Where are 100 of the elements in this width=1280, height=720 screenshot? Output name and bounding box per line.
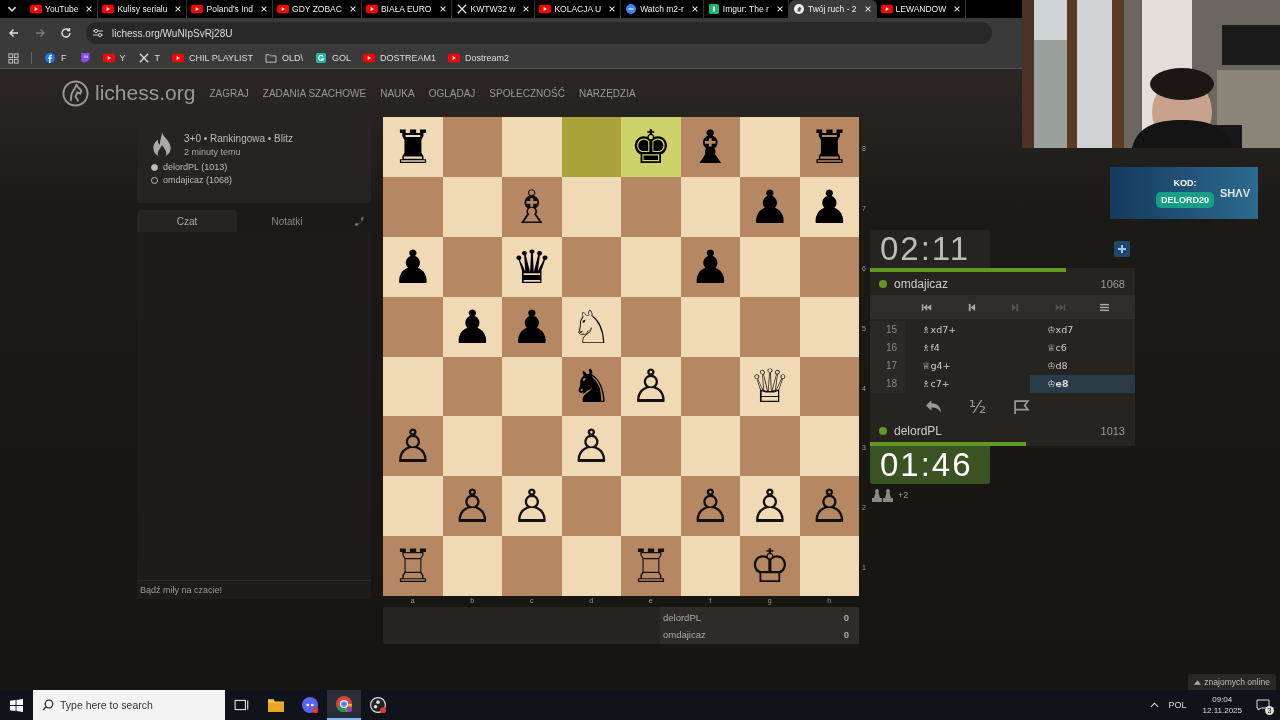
task-view-icon[interactable] bbox=[234, 697, 250, 713]
board-square[interactable]: ♛ bbox=[502, 236, 562, 297]
board-square[interactable] bbox=[502, 356, 562, 417]
close-icon[interactable] bbox=[775, 5, 784, 13]
bookmark[interactable]: Dostream2 bbox=[448, 53, 510, 63]
move[interactable]: ♔d8 bbox=[1030, 357, 1135, 375]
bookmark[interactable]: GOL bbox=[315, 53, 352, 63]
chess-piece[interactable]: ♝ bbox=[689, 123, 731, 170]
bookmark[interactable]: Y bbox=[102, 53, 126, 63]
board-square[interactable]: ♔ bbox=[740, 536, 800, 596]
chess-piece[interactable]: ♙ bbox=[630, 363, 672, 410]
browser-tab[interactable]: Twój ruch - 2 bbox=[788, 0, 877, 18]
board-square[interactable] bbox=[799, 236, 859, 297]
board-square[interactable]: ♜ bbox=[799, 117, 859, 177]
board-square[interactable]: ♙ bbox=[740, 476, 800, 537]
board-square[interactable] bbox=[561, 236, 621, 297]
board-square[interactable]: ♙ bbox=[502, 476, 562, 537]
site-logo[interactable]: lichess.org bbox=[62, 79, 196, 107]
board-square[interactable] bbox=[680, 356, 740, 417]
board-square[interactable] bbox=[561, 176, 621, 237]
nav-link[interactable]: ZAGRAJ bbox=[209, 87, 249, 99]
phone-icon[interactable] bbox=[354, 215, 365, 227]
board-square[interactable]: ♙ bbox=[561, 416, 621, 477]
chess-piece[interactable]: ♟ bbox=[749, 183, 791, 230]
chess-piece[interactable]: ♙ bbox=[808, 483, 850, 530]
chess-piece[interactable]: ♟ bbox=[451, 303, 493, 350]
board-square[interactable]: ♟ bbox=[383, 236, 443, 297]
board-square[interactable]: ♙ bbox=[383, 416, 443, 477]
nav-link[interactable]: NAUKA bbox=[380, 87, 415, 99]
chess-piece[interactable]: ♜ bbox=[392, 123, 434, 170]
chess-piece[interactable]: ♚ bbox=[630, 123, 672, 170]
close-icon[interactable] bbox=[260, 5, 268, 13]
bookmark[interactable]: T bbox=[137, 53, 160, 63]
move[interactable]: ♗xd7+ bbox=[905, 321, 1030, 339]
board-square[interactable]: ♖ bbox=[621, 536, 681, 596]
apps-grid-icon[interactable] bbox=[8, 52, 19, 64]
move[interactable]: ♕c6 bbox=[1030, 339, 1135, 357]
close-icon[interactable] bbox=[174, 5, 183, 13]
board-square[interactable] bbox=[442, 356, 502, 417]
reload-icon[interactable] bbox=[60, 27, 72, 39]
player-link[interactable]: delordPL bbox=[894, 423, 1101, 438]
board-square[interactable]: ♟ bbox=[680, 236, 740, 297]
chess-piece[interactable]: ♙ bbox=[570, 423, 612, 470]
chess-piece[interactable]: ♙ bbox=[451, 483, 493, 530]
board-square[interactable] bbox=[561, 476, 621, 537]
board-square[interactable] bbox=[799, 356, 859, 417]
chess-piece[interactable]: ♙ bbox=[511, 483, 553, 530]
move[interactable]: ♗f4 bbox=[905, 339, 1030, 357]
board-square[interactable] bbox=[680, 176, 740, 237]
nav-link[interactable]: ZADANIA SZACHOWE bbox=[262, 87, 367, 99]
chess-piece[interactable]: ♕ bbox=[749, 363, 791, 410]
bookmark[interactable]: DOSTREAM1 bbox=[363, 53, 437, 63]
obs-icon[interactable] bbox=[370, 697, 386, 713]
board-square[interactable]: ♝ bbox=[680, 117, 740, 177]
chess-piece[interactable]: ♖ bbox=[630, 543, 672, 590]
bookmark[interactable]: CHIL PLAYLIST bbox=[172, 53, 254, 63]
forward-icon[interactable] bbox=[34, 27, 46, 39]
board-square[interactable] bbox=[680, 296, 740, 357]
board-square[interactable]: ♚ bbox=[621, 117, 681, 177]
board-square[interactable]: ♙ bbox=[442, 476, 502, 537]
windows-start-icon[interactable] bbox=[10, 698, 23, 712]
chat-input[interactable]: Bądź miły na czacie! bbox=[137, 580, 371, 599]
board-square[interactable]: ♙ bbox=[799, 476, 859, 537]
discord-icon[interactable] bbox=[302, 697, 318, 713]
board-square[interactable]: ♜ bbox=[383, 117, 443, 177]
board-square[interactable]: ♘ bbox=[561, 296, 621, 357]
board-square[interactable] bbox=[442, 236, 502, 297]
chess-piece[interactable]: ♙ bbox=[749, 483, 791, 530]
player-link[interactable]: omdajicaz (1068) bbox=[163, 175, 233, 185]
friends-online-button[interactable]: znajomych online bbox=[1188, 674, 1276, 690]
board-square[interactable]: ♟ bbox=[502, 296, 562, 357]
close-icon[interactable] bbox=[348, 5, 357, 13]
board-square[interactable]: ♞ bbox=[561, 356, 621, 417]
board-square[interactable]: ♕ bbox=[740, 356, 800, 417]
board-square[interactable]: ♟ bbox=[442, 296, 502, 357]
chess-piece[interactable]: ♟ bbox=[511, 303, 553, 350]
chat-tab[interactable]: Czat bbox=[137, 210, 237, 232]
board-square[interactable]: ♙ bbox=[680, 476, 740, 537]
player-link[interactable]: delordPL (1013) bbox=[163, 162, 228, 172]
chrome-icon[interactable] bbox=[336, 696, 352, 712]
close-icon[interactable] bbox=[690, 5, 699, 13]
chess-piece[interactable]: ♘ bbox=[570, 303, 612, 350]
site-info-icon[interactable] bbox=[92, 27, 104, 39]
chess-piece[interactable]: ♖ bbox=[392, 543, 434, 590]
chess-piece[interactable]: ♟ bbox=[689, 243, 731, 290]
bookmark[interactable]: F bbox=[44, 53, 67, 63]
chess-piece[interactable]: ♜ bbox=[808, 123, 850, 170]
back-icon[interactable] bbox=[8, 27, 20, 39]
chess-piece[interactable]: ♛ bbox=[511, 243, 553, 290]
nav-link[interactable]: NARZĘDZIA bbox=[578, 87, 636, 99]
add-button[interactable] bbox=[1114, 241, 1130, 257]
chess-piece[interactable]: ♟ bbox=[392, 243, 434, 290]
close-icon[interactable] bbox=[438, 5, 447, 13]
board-square[interactable]: ♙ bbox=[621, 356, 681, 417]
board-square[interactable] bbox=[799, 416, 859, 477]
move[interactable]: ♔xd7 bbox=[1030, 321, 1135, 339]
board-square[interactable] bbox=[680, 416, 740, 477]
board-square[interactable] bbox=[799, 296, 859, 357]
chess-piece[interactable]: ♗ bbox=[511, 183, 553, 230]
move[interactable]: ♗c7+ bbox=[905, 375, 1030, 393]
